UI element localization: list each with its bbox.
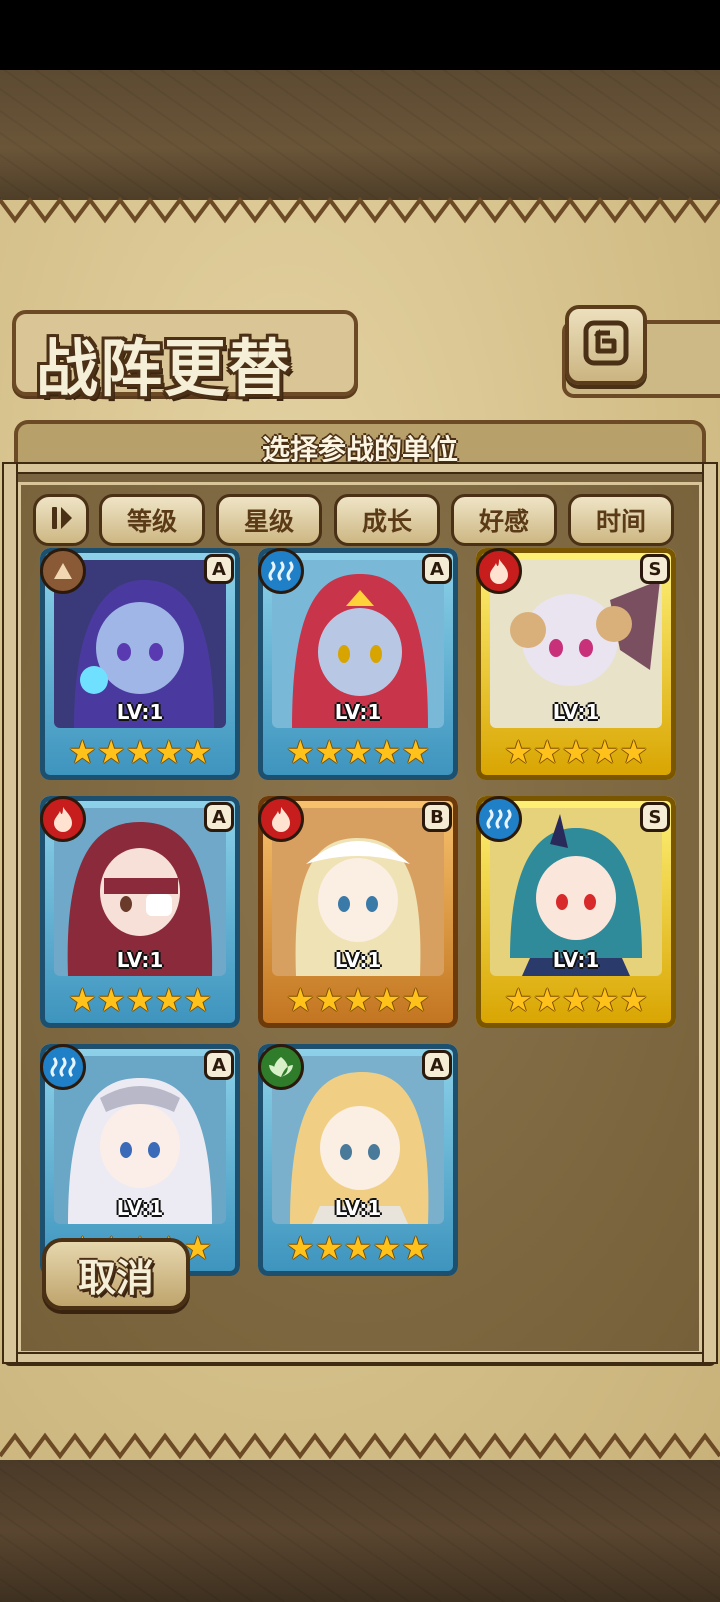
star-rating: ★★★★★ <box>286 1230 430 1266</box>
star-rating: ★★★★★ <box>286 982 430 1018</box>
water-element-icon <box>476 796 522 842</box>
star-icon: ★ <box>183 981 212 1019</box>
earth-element-icon <box>40 548 86 594</box>
star-icon: ★ <box>532 733 562 771</box>
sort-order-toggle[interactable] <box>33 494 89 546</box>
fire-element-icon <box>476 548 522 594</box>
star-icon: ★ <box>401 981 430 1019</box>
unit-card[interactable]: B LV:1 ★ ★ ★ ★ ★ <box>258 796 458 1028</box>
cancel-button[interactable]: 取消 <box>42 1238 190 1310</box>
unit-card[interactable]: A LV:1 ★★★★★ <box>40 548 240 780</box>
panel-rail-right <box>702 462 718 1364</box>
sort-star-button[interactable]: 星级 <box>216 494 322 546</box>
level-label: LV:1 <box>334 948 382 972</box>
star-icon: ★ <box>504 733 533 771</box>
star-icon: ★ <box>372 981 402 1019</box>
star-icon: ★ <box>154 733 184 771</box>
rank-badge: A <box>204 1050 234 1080</box>
star-icon: ★ <box>372 733 402 771</box>
panel-rail-left <box>2 462 18 1364</box>
star-icon: ★ <box>183 733 212 771</box>
map-background-bottom <box>0 1460 720 1602</box>
rank-badge: A <box>422 1050 452 1080</box>
rank-badge: B <box>422 802 452 832</box>
star-icon: ★ <box>96 733 126 771</box>
level-label: LV:1 <box>334 1196 382 1220</box>
star-rating: ★★★★★ <box>286 734 430 770</box>
wood-element-icon <box>258 1044 304 1090</box>
level-label: LV:1 <box>334 700 382 724</box>
star-icon: ★ <box>286 733 315 771</box>
star-icon: ★ <box>343 733 373 771</box>
star-icon: ★ <box>314 1229 344 1267</box>
panel-rail-bottom <box>2 1352 718 1364</box>
rank-badge: A <box>422 554 452 584</box>
star-icon: ★ <box>343 981 373 1019</box>
star-icon: ★ <box>125 733 155 771</box>
star-icon: ★ <box>68 733 97 771</box>
unit-card[interactable]: A LV:1 ★★★★★ <box>258 548 458 780</box>
sort-growth-button[interactable]: 成长 <box>334 494 440 546</box>
unit-card[interactable]: A LV:1 ★★★★★ <box>40 796 240 1028</box>
star-icon: ★ <box>96 981 126 1019</box>
water-element-icon <box>258 548 304 594</box>
return-arrow-icon <box>580 317 632 373</box>
star-icon: ★ <box>286 981 315 1019</box>
back-button[interactable] <box>565 305 647 385</box>
sort-level-button[interactable]: 等级 <box>99 494 205 546</box>
unit-card[interactable]: A LV:1 ★★★★★ <box>258 1044 458 1276</box>
star-icon: ★ <box>532 981 562 1019</box>
panel-rail-top <box>2 462 718 474</box>
star-icon: ★ <box>68 981 97 1019</box>
star-icon: ★ <box>401 1229 430 1267</box>
level-label: LV:1 <box>116 700 164 724</box>
star-icon: ★ <box>286 1229 315 1267</box>
map-background-top <box>0 70 720 200</box>
level-label: LV:1 <box>552 700 600 724</box>
star-icon: ★ <box>343 1229 373 1267</box>
rank-badge: S <box>640 554 670 584</box>
rank-badge: A <box>204 554 234 584</box>
sort-toggle-icon <box>46 503 76 537</box>
star-rating: ★★★★★ <box>68 982 212 1018</box>
star-icon: ★ <box>314 733 344 771</box>
page-title: 战阵更替 <box>36 332 293 405</box>
zigzag-border-top <box>0 196 720 224</box>
star-icon: ★ <box>590 981 620 1019</box>
star-rating: ★★★★★ <box>504 734 648 770</box>
unit-card[interactable]: S LV:1 ★ ★ ★ ★ ★ <box>476 796 676 1028</box>
zigzag-border-bottom <box>0 1432 720 1460</box>
level-label: LV:1 <box>116 948 164 972</box>
star-rating: ★★★★★ <box>68 734 212 770</box>
star-icon: ★ <box>372 1229 402 1267</box>
star-icon: ★ <box>314 981 344 1019</box>
level-label: LV:1 <box>116 1196 164 1220</box>
sort-time-button[interactable]: 时间 <box>568 494 674 546</box>
star-icon: ★ <box>504 981 533 1019</box>
fire-element-icon <box>40 796 86 842</box>
fire-element-icon <box>258 796 304 842</box>
water-element-icon <box>40 1044 86 1090</box>
star-icon: ★ <box>154 981 184 1019</box>
unit-card[interactable]: S LV:1 ★ ★ ★ ★ ★ <box>476 548 676 780</box>
star-rating: ★★★★★ <box>504 982 648 1018</box>
level-label: LV:1 <box>552 948 600 972</box>
status-bar-area <box>0 0 720 70</box>
star-icon: ★ <box>401 733 430 771</box>
star-icon: ★ <box>561 981 591 1019</box>
star-icon: ★ <box>619 733 648 771</box>
sort-affection-button[interactable]: 好感 <box>451 494 557 546</box>
star-icon: ★ <box>619 981 648 1019</box>
star-icon: ★ <box>125 981 155 1019</box>
star-icon: ★ <box>561 733 591 771</box>
rank-badge: A <box>204 802 234 832</box>
rank-badge: S <box>640 802 670 832</box>
star-icon: ★ <box>590 733 620 771</box>
